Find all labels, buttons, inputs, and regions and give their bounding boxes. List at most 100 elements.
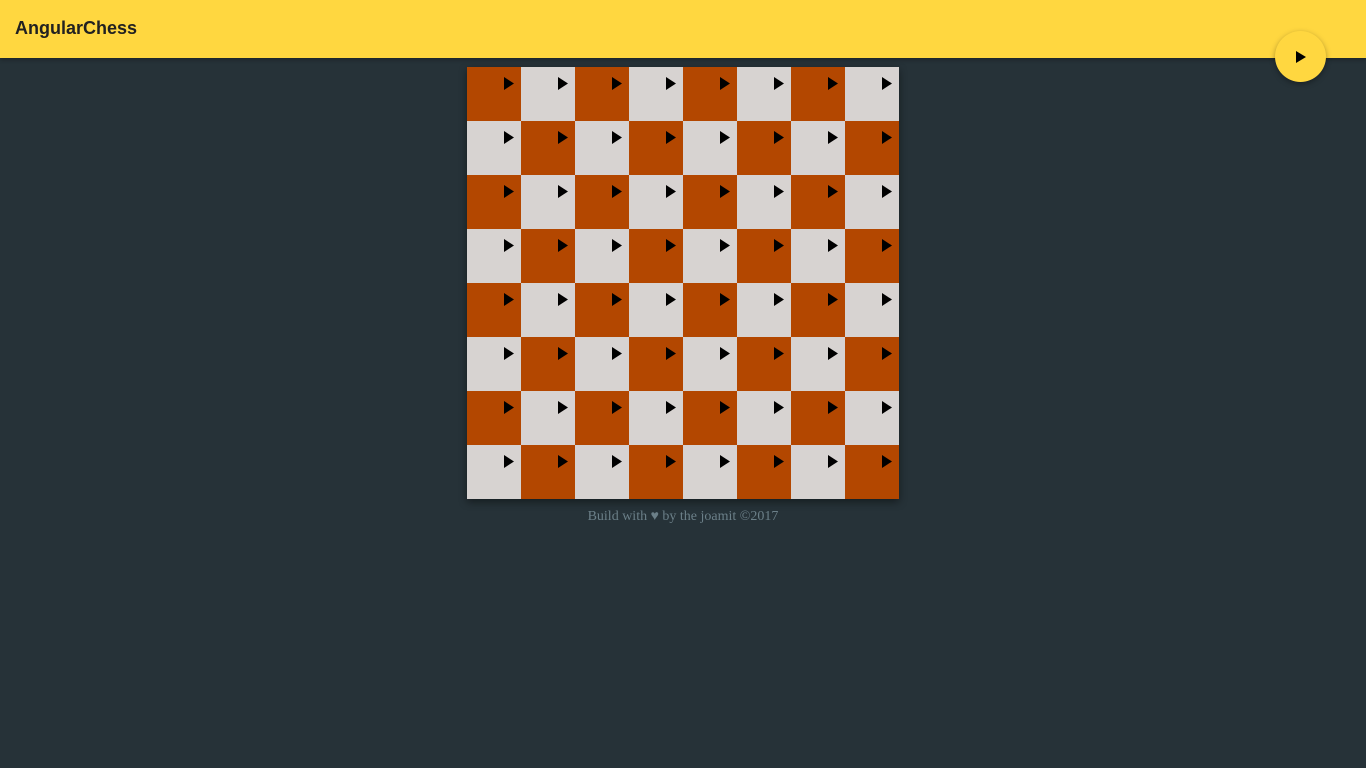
board-square[interactable] — [845, 67, 899, 121]
play-arrow-icon — [558, 401, 568, 414]
play-arrow-icon — [612, 293, 622, 306]
play-arrow-icon — [504, 293, 514, 306]
board-square[interactable] — [521, 283, 575, 337]
board-square[interactable] — [737, 121, 791, 175]
board-square[interactable] — [791, 121, 845, 175]
play-arrow-icon — [504, 131, 514, 144]
board-square[interactable] — [629, 391, 683, 445]
board-square[interactable] — [683, 175, 737, 229]
board-square[interactable] — [845, 445, 899, 499]
board-square[interactable] — [467, 229, 521, 283]
play-arrow-icon — [720, 131, 730, 144]
board-square[interactable] — [845, 283, 899, 337]
board-square[interactable] — [737, 283, 791, 337]
board-square[interactable] — [683, 283, 737, 337]
play-arrow-icon — [1295, 50, 1306, 63]
board-square[interactable] — [467, 391, 521, 445]
play-arrow-icon — [558, 185, 568, 198]
board-square[interactable] — [467, 283, 521, 337]
board-square[interactable] — [467, 121, 521, 175]
board-square[interactable] — [521, 337, 575, 391]
board-square[interactable] — [575, 121, 629, 175]
board-square[interactable] — [629, 121, 683, 175]
board-square[interactable] — [521, 391, 575, 445]
board-square[interactable] — [683, 229, 737, 283]
play-arrow-icon — [504, 401, 514, 414]
board-square[interactable] — [575, 67, 629, 121]
board-square[interactable] — [467, 175, 521, 229]
board-square[interactable] — [575, 175, 629, 229]
play-arrow-icon — [504, 239, 514, 252]
play-arrow-icon — [666, 293, 676, 306]
board-square[interactable] — [467, 337, 521, 391]
board-square[interactable] — [521, 121, 575, 175]
play-arrow-icon — [666, 239, 676, 252]
board-square[interactable] — [683, 445, 737, 499]
board-square[interactable] — [521, 445, 575, 499]
play-button[interactable] — [1275, 31, 1326, 82]
play-arrow-icon — [774, 185, 784, 198]
play-arrow-icon — [828, 131, 838, 144]
board-square[interactable] — [791, 229, 845, 283]
board-square[interactable] — [845, 337, 899, 391]
board-square[interactable] — [467, 445, 521, 499]
play-arrow-icon — [720, 455, 730, 468]
play-arrow-icon — [882, 293, 892, 306]
board-square[interactable] — [575, 445, 629, 499]
board-square[interactable] — [791, 283, 845, 337]
board-square[interactable] — [629, 445, 683, 499]
play-arrow-icon — [882, 347, 892, 360]
board-square[interactable] — [791, 391, 845, 445]
board-square[interactable] — [737, 175, 791, 229]
play-arrow-icon — [612, 239, 622, 252]
board-square[interactable] — [845, 391, 899, 445]
play-arrow-icon — [612, 77, 622, 90]
board-square[interactable] — [629, 229, 683, 283]
footer-credit: Build with ♥ by the joamit ©2017 — [587, 509, 779, 524]
play-arrow-icon — [774, 131, 784, 144]
play-arrow-icon — [720, 185, 730, 198]
board-square[interactable] — [521, 229, 575, 283]
play-arrow-icon — [774, 455, 784, 468]
board-square[interactable] — [845, 229, 899, 283]
board-square[interactable] — [575, 283, 629, 337]
board-square[interactable] — [575, 391, 629, 445]
play-arrow-icon — [612, 185, 622, 198]
board-square[interactable] — [845, 175, 899, 229]
board-square[interactable] — [575, 229, 629, 283]
play-arrow-icon — [774, 77, 784, 90]
play-arrow-icon — [720, 347, 730, 360]
board-square[interactable] — [521, 67, 575, 121]
board-square[interactable] — [629, 175, 683, 229]
play-arrow-icon — [558, 347, 568, 360]
board-square[interactable] — [791, 67, 845, 121]
play-arrow-icon — [882, 239, 892, 252]
play-arrow-icon — [882, 131, 892, 144]
board-square[interactable] — [845, 121, 899, 175]
play-arrow-icon — [504, 77, 514, 90]
board-square[interactable] — [629, 67, 683, 121]
play-arrow-icon — [666, 185, 676, 198]
play-arrow-icon — [828, 293, 838, 306]
board-square[interactable] — [737, 391, 791, 445]
board-square[interactable] — [683, 391, 737, 445]
board-square[interactable] — [791, 175, 845, 229]
board-square[interactable] — [683, 337, 737, 391]
board-square[interactable] — [791, 337, 845, 391]
play-arrow-icon — [666, 347, 676, 360]
board-square[interactable] — [629, 337, 683, 391]
board-square[interactable] — [521, 175, 575, 229]
board-square[interactable] — [683, 121, 737, 175]
board-square[interactable] — [737, 337, 791, 391]
board-square[interactable] — [467, 67, 521, 121]
play-arrow-icon — [612, 131, 622, 144]
play-arrow-icon — [882, 455, 892, 468]
board-square[interactable] — [737, 229, 791, 283]
board-square[interactable] — [737, 67, 791, 121]
board-square[interactable] — [575, 337, 629, 391]
board-square[interactable] — [683, 67, 737, 121]
play-arrow-icon — [504, 347, 514, 360]
board-square[interactable] — [629, 283, 683, 337]
board-square[interactable] — [791, 445, 845, 499]
board-square[interactable] — [737, 445, 791, 499]
